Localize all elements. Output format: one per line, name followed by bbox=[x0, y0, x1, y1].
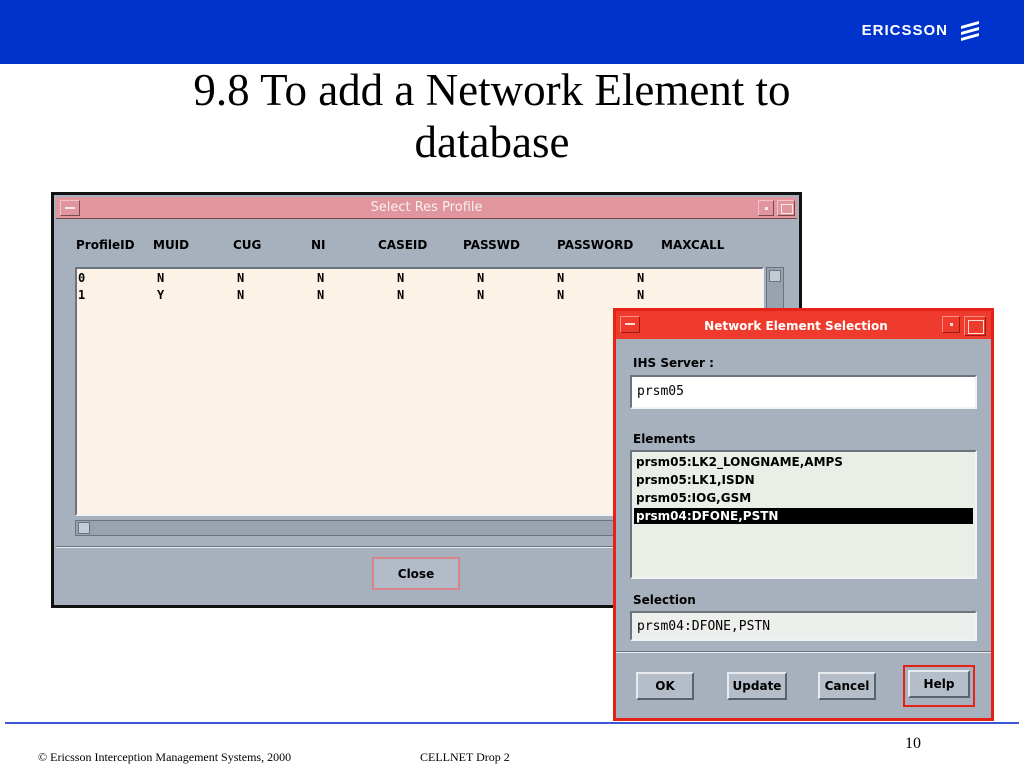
profile-window-title: Select Res Profile bbox=[370, 200, 483, 215]
slide-title-line-2: database bbox=[414, 117, 570, 167]
brand-name: ERICSSON bbox=[861, 21, 948, 39]
list-item[interactable]: prsm05:LK1,ISDN bbox=[634, 472, 973, 488]
scroll-left-arrow-icon[interactable] bbox=[78, 522, 90, 534]
list-item[interactable]: prsm05:LK2_LONGNAME,AMPS bbox=[634, 454, 973, 470]
table-row[interactable]: 0 N N N N N N N bbox=[77, 271, 762, 288]
ne-window-title: Network Element Selection bbox=[704, 319, 888, 333]
cell-cug: N bbox=[237, 288, 245, 302]
cell-caseid: N bbox=[397, 271, 405, 285]
element-label: prsm05:LK2_LONGNAME,AMPS bbox=[636, 455, 843, 469]
selection-value: prsm04:DFONE,PSTN bbox=[637, 619, 771, 634]
selection-input[interactable]: prsm04:DFONE,PSTN bbox=[630, 611, 977, 641]
cell-muid: N bbox=[157, 271, 165, 285]
column-header-password: PASSWORD bbox=[557, 238, 634, 252]
window-menu-icon[interactable] bbox=[620, 316, 640, 333]
list-item[interactable]: prsm05:IOG,GSM bbox=[634, 490, 973, 506]
ihs-server-value: prsm05 bbox=[637, 384, 684, 399]
cell-ni: N bbox=[317, 288, 325, 302]
list-item-selected[interactable]: prsm04:DFONE,PSTN bbox=[634, 508, 973, 524]
scroll-up-arrow-icon[interactable] bbox=[769, 270, 781, 282]
ihs-server-input[interactable]: prsm05 bbox=[630, 375, 977, 409]
cell-maxcall: N bbox=[637, 271, 645, 285]
close-button-label: Close bbox=[397, 566, 435, 581]
ok-button[interactable]: OK bbox=[636, 672, 694, 700]
cell-ni: N bbox=[317, 271, 325, 285]
column-header-caseid: CASEID bbox=[378, 238, 428, 252]
cell-maxcall: N bbox=[637, 288, 645, 302]
cell-password: N bbox=[557, 288, 565, 302]
element-label: prsm04:DFONE,PSTN bbox=[636, 509, 779, 523]
ihs-server-label: IHS Server : bbox=[633, 356, 714, 370]
cell-passwd: N bbox=[477, 271, 485, 285]
minimize-icon[interactable] bbox=[942, 316, 960, 333]
minimize-icon[interactable] bbox=[758, 200, 774, 216]
selection-label: Selection bbox=[633, 593, 696, 607]
ne-window-titlebar[interactable]: Network Element Selection bbox=[616, 311, 991, 339]
footer-divider bbox=[5, 722, 1019, 724]
slide-title: 9.8 To add a Network Element to database bbox=[130, 64, 854, 168]
ericsson-logo-icon bbox=[961, 21, 979, 41]
footer-copyright: © Ericsson Interception Management Syste… bbox=[38, 750, 292, 764]
cell-muid: Y bbox=[157, 288, 165, 302]
column-header-profileid: ProfileID bbox=[76, 238, 135, 252]
page-number: 10 bbox=[905, 735, 921, 752]
profile-window-titlebar[interactable]: Select Res Profile bbox=[56, 197, 797, 219]
cell-profileid: 1 bbox=[78, 288, 86, 302]
close-button[interactable]: Close bbox=[372, 557, 460, 590]
maximize-icon[interactable] bbox=[964, 316, 986, 336]
column-header-cug: CUG bbox=[233, 238, 262, 252]
elements-list[interactable]: prsm05:LK2_LONGNAME,AMPS prsm05:LK1,ISDN… bbox=[630, 450, 977, 579]
column-header-maxcall: MAXCALL bbox=[661, 238, 725, 252]
element-label: prsm05:LK1,ISDN bbox=[636, 473, 755, 487]
network-element-selection-window: Network Element Selection IHS Server : p… bbox=[613, 308, 994, 721]
profile-column-headers: ProfileID MUID CUG NI CASEID PASSWD PASS… bbox=[76, 238, 776, 254]
elements-label: Elements bbox=[633, 432, 696, 446]
cancel-button[interactable]: Cancel bbox=[818, 672, 876, 700]
element-label: prsm05:IOG,GSM bbox=[636, 491, 752, 505]
column-header-passwd: PASSWD bbox=[463, 238, 520, 252]
help-button[interactable]: Help bbox=[908, 670, 970, 698]
column-header-ni: NI bbox=[311, 238, 326, 252]
cell-cug: N bbox=[237, 271, 245, 285]
cell-passwd: N bbox=[477, 288, 485, 302]
cell-profileid: 0 bbox=[78, 271, 86, 285]
slide-title-line-1: 9.8 To add a Network Element to bbox=[193, 65, 791, 115]
header-banner: ERICSSON bbox=[0, 0, 1024, 64]
cell-caseid: N bbox=[397, 288, 405, 302]
maximize-icon[interactable] bbox=[777, 200, 795, 216]
column-header-muid: MUID bbox=[153, 238, 190, 252]
table-row[interactable]: 1 Y N N N N N N bbox=[77, 288, 762, 305]
button-area-divider bbox=[616, 651, 991, 653]
update-button[interactable]: Update bbox=[727, 672, 787, 700]
cell-password: N bbox=[557, 271, 565, 285]
footer-project: CELLNET Drop 2 bbox=[420, 750, 510, 764]
ericsson-brand: ERICSSON bbox=[862, 19, 982, 41]
